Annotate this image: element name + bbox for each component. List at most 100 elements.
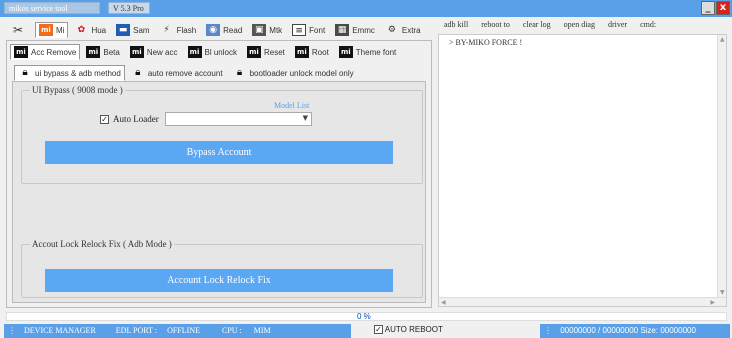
tab-root[interactable]: mi Root — [291, 44, 333, 60]
progress-text: 0 % — [357, 312, 371, 321]
log-line: > BY-MIKO FORCE ! — [449, 38, 523, 47]
method-tab-bar: 🔒︎ ui bypass & adb method 🔒︎ auto remove a… — [14, 65, 360, 81]
xiaomi-icon: mi — [338, 46, 353, 58]
read-icon: ◉ — [206, 24, 221, 36]
auto-loader-checkbox[interactable]: ✓ — [100, 115, 109, 124]
log-console[interactable]: > BY-MIKO FORCE ! ▲ ▼ ◀ ▶ — [438, 34, 727, 307]
tab-label: Extra — [401, 25, 421, 35]
cpu-value: MIM — [253, 326, 271, 335]
tab-label: Font — [309, 25, 326, 35]
xiaomi-icon: mi — [129, 46, 144, 58]
adb-kill-button[interactable]: adb kill — [444, 20, 468, 29]
open-diag-button[interactable]: open diag — [564, 20, 595, 29]
tab-sam[interactable]: ▬ Sam — [112, 22, 153, 38]
horizontal-scrollbar[interactable]: ◀ ▶ — [439, 297, 726, 306]
auto-reboot-checkbox[interactable]: ✓ — [374, 325, 383, 335]
lock-icon: 🔒︎ — [135, 67, 141, 78]
tab-label: Hua — [91, 25, 107, 35]
font-icon: ≡ — [292, 24, 307, 36]
relock-fix-button[interactable]: Account Lock Relock Fix — [45, 269, 393, 292]
scroll-left-icon[interactable]: ◀ — [441, 299, 446, 306]
driver-button[interactable]: driver — [608, 20, 627, 29]
close-button[interactable]: x — [716, 1, 730, 15]
size-text: 00000000 / 00000000 Size: 00000000 — [560, 326, 696, 335]
tab-read[interactable]: ◉ Read — [202, 22, 246, 38]
grip-icon: ⋮ — [8, 326, 16, 335]
brand-tab-bar: ✂ mi Mi ✿ Hua ▬ Sam ⚡ Flash ◉ Read ▣ Mtk ≡ Font… — [6, 22, 427, 38]
scroll-down-icon[interactable]: ▼ — [720, 289, 725, 296]
model-list-link[interactable]: Model List — [274, 101, 309, 110]
cmd-button[interactable]: cmd: — [640, 20, 656, 29]
tab-font[interactable]: ≡ Font — [288, 22, 329, 38]
grip-icon: ⋮ — [544, 326, 552, 335]
chevron-down-icon: ▼ — [302, 114, 308, 122]
tab-label: ui bypass & adb method — [35, 68, 121, 78]
right-menu: adb kill reboot to clear log open diag d… — [444, 20, 669, 29]
tab-label: Reset — [263, 47, 285, 57]
relock-group: Accout Lock Relock Fix ( Adb Mode ) Acco… — [21, 239, 423, 298]
xiaomi-icon: mi — [39, 24, 53, 36]
tab-new-acc[interactable]: mi New acc — [126, 44, 182, 60]
auto-reboot-toggle[interactable]: ✓ AUTO REBOOT — [374, 325, 443, 335]
xiaomi-icon: mi — [86, 46, 101, 58]
lock-icon: 🔒︎ — [22, 67, 28, 78]
flash-icon: ⚡ — [163, 25, 170, 35]
bypass-account-button[interactable]: Bypass Account — [45, 141, 393, 164]
tab-reset[interactable]: mi Reset — [243, 44, 289, 60]
ui-bypass-group: UI Bypass ( 9008 mode ) Model List ✓ Aut… — [21, 85, 423, 184]
tab-hua[interactable]: ✿ Hua — [70, 22, 110, 38]
emmc-chip-icon: ▦ — [335, 24, 350, 36]
device-status: ⋮ DEVICE MANAGER EDL PORT : OFFLINE CPU … — [4, 324, 351, 338]
tab-label: Bl unlock — [204, 47, 237, 57]
scroll-right-icon[interactable]: ▶ — [710, 299, 715, 306]
tab-flash[interactable]: ⚡ Flash — [156, 22, 201, 38]
tab-label: Beta — [103, 47, 120, 57]
samsung-icon: ▬ — [116, 24, 131, 36]
device-manager-link[interactable]: DEVICE MANAGER — [24, 326, 96, 335]
window-title: mikos service tool — [4, 2, 100, 14]
xiaomi-icon: mi — [187, 46, 202, 58]
size-status: ⋮ 00000000 / 00000000 Size: 00000000 — [540, 324, 730, 338]
lock-icon: 🔒︎ — [236, 67, 243, 78]
edl-port-value: OFFLINE — [167, 326, 200, 335]
tab-theme-font[interactable]: mi Theme font — [335, 44, 400, 60]
tab-mi[interactable]: mi Mi — [35, 22, 69, 38]
tab-mtk[interactable]: ▣ Mtk — [248, 22, 286, 38]
scroll-up-icon[interactable]: ▲ — [720, 36, 725, 43]
title-bar: mikos service tool V 5.3 Pro _ x — [0, 0, 732, 17]
tab-tools[interactable]: ✂ — [6, 22, 33, 38]
reboot-to-button[interactable]: reboot to — [481, 20, 510, 29]
tab-emmc[interactable]: ▦ Emmc — [331, 22, 379, 38]
tab-beta[interactable]: mi Beta — [82, 44, 123, 60]
tab-label: Flash — [176, 25, 197, 35]
tab-label: New acc — [146, 47, 178, 57]
cpu-label: CPU : — [221, 326, 242, 335]
tab-bootloader-unlock[interactable]: 🔒︎ bootloader unlock model only — [229, 65, 358, 81]
clear-log-button[interactable]: clear log — [523, 20, 551, 29]
mtk-chip-icon: ▣ — [252, 24, 267, 36]
minimize-button[interactable]: _ — [701, 1, 715, 15]
tab-label: auto remove account — [147, 68, 223, 78]
xiaomi-icon: mi — [246, 46, 261, 58]
tab-label: bootloader unlock model only — [249, 68, 354, 78]
model-select[interactable]: ▼ — [165, 112, 312, 126]
group-title: Accout Lock Relock Fix ( Adb Mode ) — [30, 239, 174, 249]
tab-bl-unlock[interactable]: mi Bl unlock — [184, 44, 241, 60]
vertical-scrollbar[interactable]: ▲ ▼ — [717, 35, 726, 306]
tab-label: Emmc — [352, 25, 375, 35]
huawei-icon: ✿ — [77, 25, 86, 35]
tab-label: Theme font — [355, 47, 397, 57]
xiaomi-icon: mi — [294, 46, 309, 58]
tab-extra[interactable]: ⚙ Extra — [381, 22, 425, 38]
method-panel: UI Bypass ( 9008 mode ) Model List ✓ Aut… — [12, 81, 426, 303]
extra-icon: ⚙ — [387, 25, 396, 35]
status-bar: ⋮ DEVICE MANAGER EDL PORT : OFFLINE CPU … — [0, 323, 732, 338]
tab-label: Root — [311, 47, 329, 57]
tab-acc-remove[interactable]: mi Acc Remove — [10, 44, 81, 60]
tab-ui-bypass[interactable]: 🔒︎ ui bypass & adb method — [14, 65, 125, 81]
tab-auto-remove[interactable]: 🔒︎ auto remove account — [127, 65, 227, 81]
auto-reboot-label: AUTO REBOOT — [384, 325, 443, 334]
tools-icon: ✂ — [12, 23, 24, 37]
group-title: UI Bypass ( 9008 mode ) — [30, 85, 125, 95]
xiaomi-icon: mi — [14, 46, 28, 58]
